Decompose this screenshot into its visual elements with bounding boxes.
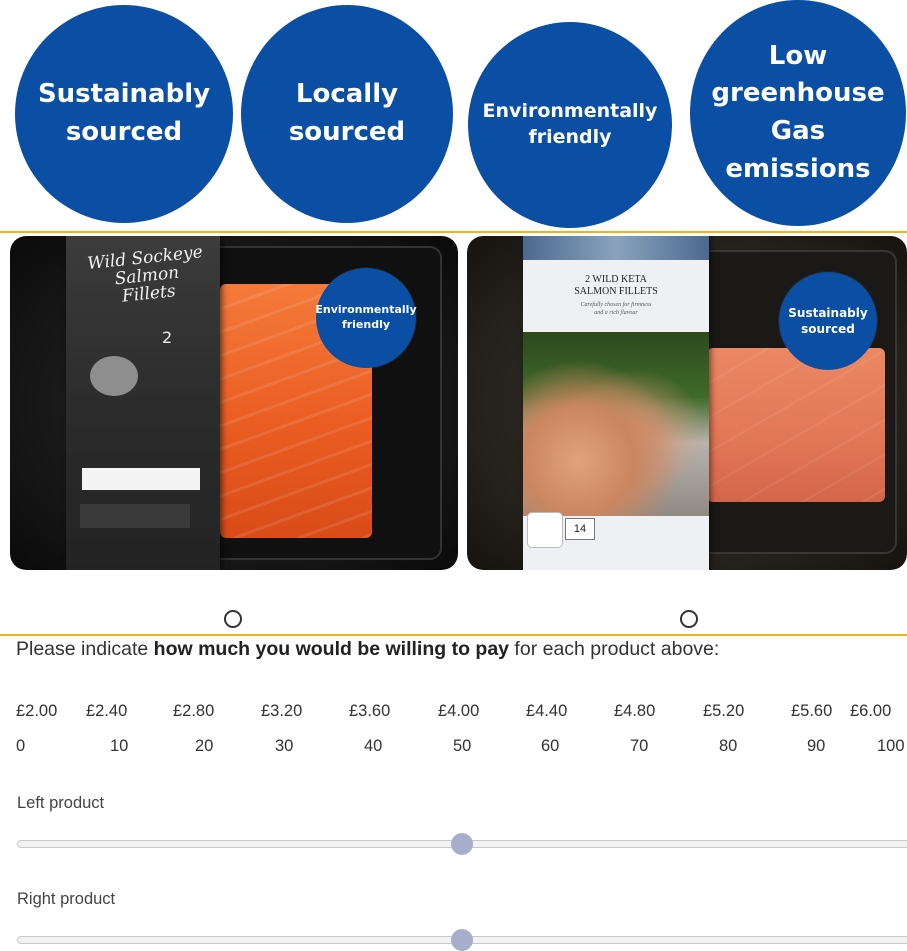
right-product-radio[interactable] (680, 610, 698, 628)
right-product-slider-thumb[interactable] (450, 929, 473, 951)
right-pack-number: 14 (565, 518, 595, 540)
left-pack-dark-box (80, 504, 190, 528)
left-pack-label-strip (82, 468, 200, 490)
scale-tick: 20 (195, 737, 214, 755)
left-product-slider-thumb[interactable] (450, 833, 473, 855)
price-tick: £4.00 (438, 702, 480, 720)
left-pack-sleeve: Wild Sockeye Salmon Fillets 2 (66, 236, 220, 570)
left-product-slider[interactable] (17, 833, 907, 855)
price-tick: £4.80 (614, 702, 656, 720)
left-pack-title: Wild Sockeye Salmon Fillets (86, 242, 204, 307)
right-product-image[interactable]: 2 WILD KETA SALMON FILLETS Carefully cho… (467, 236, 907, 570)
top-divider (0, 231, 907, 233)
right-pack-food-photo (523, 332, 709, 516)
scale-tick: 80 (719, 737, 738, 755)
scale-tick: 0 (16, 737, 26, 755)
scale-tick: 90 (807, 737, 826, 755)
right-salmon-fillet (707, 348, 885, 502)
price-tick: £3.60 (349, 702, 391, 720)
scale-tick: 40 (364, 737, 383, 755)
right-pack-subtitle: Carefully chosen for firmness and a rich… (580, 302, 652, 316)
price-tick: £6.00 (850, 702, 892, 720)
price-tick: £2.80 (173, 702, 215, 720)
wtp-question: Please indicate how much you would be wi… (16, 638, 719, 661)
badge-environmentally-friendly: Environmentally friendly (468, 22, 672, 228)
right-pack-top-photo (523, 236, 709, 260)
right-pack-white-box (527, 512, 563, 548)
price-tick: £5.60 (791, 702, 833, 720)
scale-tick: 50 (453, 737, 472, 755)
price-tick: £4.40 (526, 702, 568, 720)
price-tick: £2.40 (86, 702, 128, 720)
left-product-image[interactable]: Wild Sockeye Salmon Fillets 2 Environmen… (10, 236, 458, 570)
price-tick: £2.00 (16, 702, 58, 720)
scale-tick: 70 (630, 737, 649, 755)
right-pack-sleeve: 2 WILD KETA SALMON FILLETS Carefully cho… (523, 236, 709, 570)
badge-locally-sourced: Locally sourced (241, 5, 453, 223)
scale-tick: 30 (275, 737, 294, 755)
left-product-radio[interactable] (224, 610, 242, 628)
price-tick: £5.20 (703, 702, 745, 720)
bottom-divider (0, 634, 907, 636)
badge-low-greenhouse-gas: Low greenhouse Gas emissions (690, 0, 906, 226)
scale-tick: 100 (877, 737, 905, 755)
left-product-slider-label: Left product (17, 794, 105, 812)
right-product-label-badge: Sustainably sourced (779, 272, 877, 370)
left-pack-quantity: 2 (162, 328, 173, 347)
left-product-label-badge: Environmentally friendly (315, 268, 417, 368)
question-prefix: Please indicate (16, 638, 154, 660)
right-product-slider-label: Right product (17, 890, 116, 908)
price-tick: £3.20 (261, 702, 303, 720)
question-emphasis: how much you would be willing to pay (153, 638, 510, 660)
badge-sustainably-sourced: Sustainably sourced (15, 5, 233, 223)
left-pack-oval (90, 356, 138, 396)
scale-tick: 10 (110, 737, 129, 755)
scale-tick: 60 (541, 737, 560, 755)
right-product-slider[interactable] (17, 929, 907, 951)
question-suffix: for each product above: (509, 638, 720, 660)
right-pack-title: 2 WILD KETA SALMON FILLETS (574, 274, 658, 297)
